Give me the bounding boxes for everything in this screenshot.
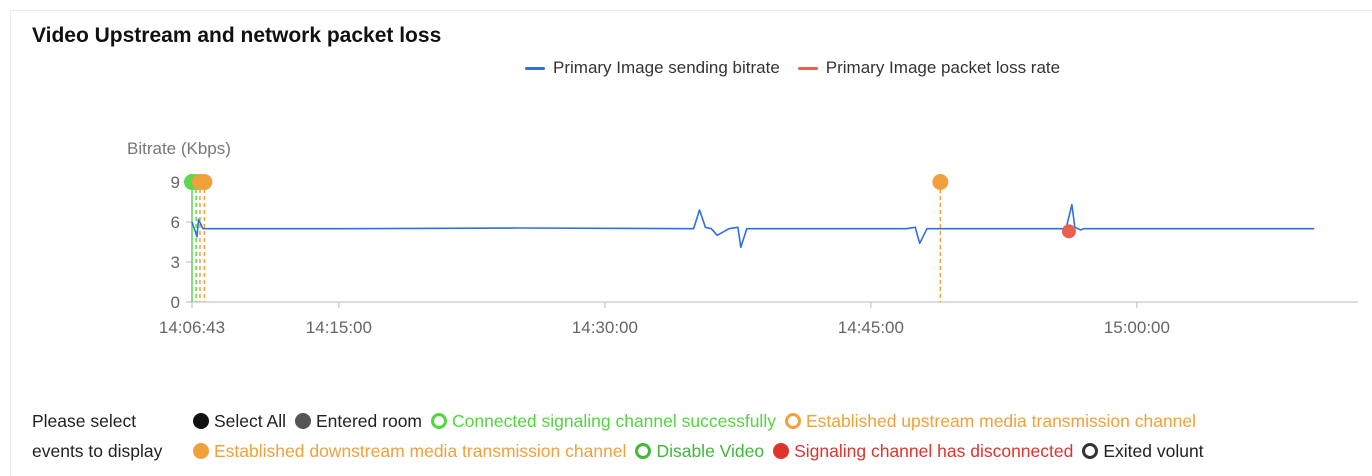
- event-toggle-row2-1[interactable]: Disable Video: [635, 436, 764, 466]
- event-toggle-dot-icon: [635, 443, 652, 459]
- event-toggle-dot-icon: [431, 413, 448, 429]
- event-toggle-label: Exited volunt: [1103, 441, 1204, 461]
- event-toggle-row1-1[interactable]: Entered room: [294, 406, 423, 436]
- event-filter-label-line2: events to display: [32, 441, 163, 461]
- event-toggle-label: Established downstream media transmissio…: [214, 441, 627, 461]
- event-toggle-row1-0[interactable]: Select All: [193, 406, 286, 436]
- y-tick-label: 6: [171, 213, 180, 232]
- event-toggle-row1-3[interactable]: Established upstream media transmission …: [784, 406, 1197, 436]
- event-toggle-dot-icon: [784, 413, 801, 429]
- event-toggle-dot-icon: [773, 443, 790, 459]
- x-tick-label: 14:06:43: [159, 318, 225, 337]
- event-toggle-label: Signaling channel has disconnected: [794, 441, 1074, 461]
- event-toggle-label: Connected signaling channel successfully: [452, 411, 776, 431]
- event-filter-label: Please select events to display: [32, 406, 192, 466]
- event-toggle-row2-3[interactable]: Exited volunt: [1082, 436, 1204, 466]
- event-toggle-dot-icon: [193, 443, 209, 459]
- packet-loss-point[interactable]: [1061, 224, 1076, 239]
- y-axis-title: Bitrate (Kbps): [127, 139, 231, 158]
- x-tick-label: 14:30:00: [572, 318, 638, 337]
- event-toggle-label: Established upstream media transmission …: [805, 411, 1197, 431]
- event-toggle-dot-icon: [1082, 443, 1099, 459]
- y-tick-label: 0: [171, 293, 180, 312]
- event-toggle-label: Select All: [214, 411, 286, 431]
- event-filter-row-1: Select All Entered room Connected signalin…: [193, 406, 1196, 436]
- event-toggle-dot-icon: [294, 413, 311, 429]
- bitrate-chart: Bitrate (Kbps) 0 3 6 9 14:06:43 14:15:00 14:30:…: [127, 139, 1358, 337]
- event-toggle-row1-2[interactable]: Connected signaling channel successfully: [431, 406, 776, 436]
- event-filter-label-line1: Please select: [32, 411, 137, 431]
- event-marker-dot[interactable]: [932, 174, 949, 190]
- event-filter-row-2: Established downstream media transmissio…: [193, 436, 1204, 466]
- series-line-bitrate: [191, 203, 1315, 249]
- x-tick-label: 14:15:00: [306, 318, 372, 337]
- y-tick-label: 9: [171, 173, 180, 192]
- event-toggle-label: Disable Video: [656, 441, 765, 461]
- event-toggle-label: Entered room: [315, 411, 423, 431]
- x-tick-label: 14:45:00: [838, 318, 904, 337]
- event-toggle-row2-0[interactable]: Established downstream media transmissio…: [193, 436, 626, 466]
- event-toggle-dot-icon: [193, 413, 209, 429]
- event-marker-dot[interactable]: [196, 174, 213, 190]
- y-tick-label: 3: [171, 253, 180, 272]
- x-tick-label: 15:00:00: [1104, 318, 1170, 337]
- event-toggle-row2-2[interactable]: Signaling channel has disconnected: [773, 436, 1073, 466]
